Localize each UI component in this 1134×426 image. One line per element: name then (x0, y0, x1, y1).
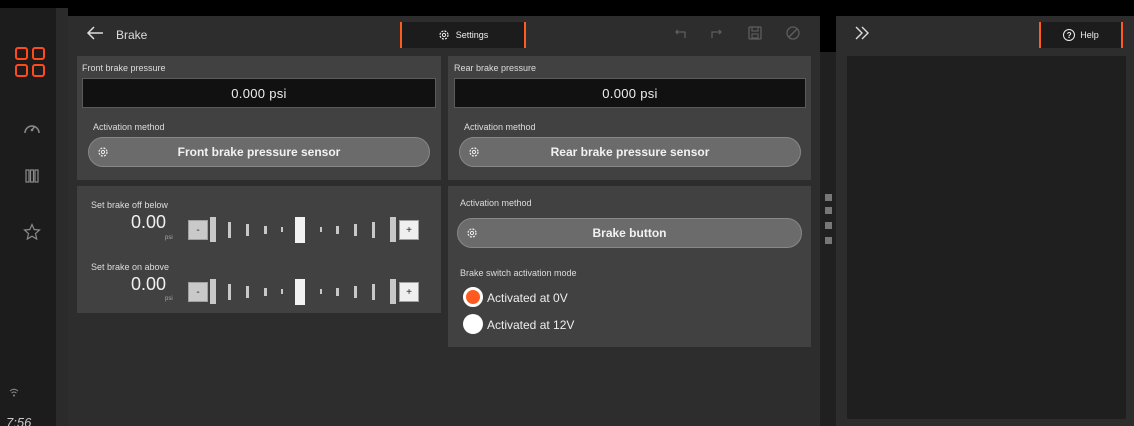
slider-tick (372, 284, 375, 300)
rail-edge (56, 8, 68, 426)
front-brake-label: Front brake pressure (82, 63, 166, 73)
button-activation-label: Activation method (460, 198, 532, 208)
slider-tick (372, 222, 375, 238)
nav-rail: 7:56 (0, 8, 68, 426)
brake-off-label: Set brake off below (91, 200, 168, 210)
front-brake-value: 0.000 psi (82, 78, 436, 108)
brake-off-unit: psi (165, 235, 173, 241)
tab-settings-label: Settings (455, 30, 489, 40)
tab-help-label: Help (1080, 30, 1099, 40)
threshold-card: Set brake off below 0.00 psi - + Set bra… (77, 186, 441, 313)
slider-tick (336, 288, 339, 296)
rear-brake-card: Rear brake pressure 0.000 psi Activation… (448, 56, 811, 180)
save-icon[interactable] (746, 26, 764, 44)
cancel-icon[interactable] (784, 26, 802, 44)
brake-on-increase-button[interactable]: + (399, 282, 419, 302)
tab-settings[interactable]: Settings (400, 22, 526, 48)
help-panel: ? Help (836, 16, 1134, 426)
help-icon: ? (1063, 29, 1076, 41)
favorites-star-icon[interactable] (20, 220, 44, 244)
brake-on-label: Set brake on above (91, 262, 170, 272)
gear-icon (467, 228, 477, 238)
slider-tick (228, 284, 231, 300)
rear-brake-value: 0.000 psi (454, 78, 806, 108)
radio-activated-12v[interactable] (463, 314, 483, 334)
slider-tick (281, 289, 283, 294)
columns-icon[interactable] (20, 164, 44, 188)
help-content-area (847, 56, 1126, 419)
switch-mode-label: Brake switch activation mode (460, 268, 577, 278)
brake-button-card: Activation method Brake button Brake swi… (448, 186, 811, 347)
front-activation-label: Activation method (93, 122, 165, 132)
rear-activation-selector[interactable]: Rear brake pressure sensor (459, 137, 801, 167)
gear-icon (98, 147, 108, 157)
panel-resize-handle[interactable] (820, 52, 836, 426)
gear-icon (439, 30, 449, 40)
button-activation-selector[interactable]: Brake button (457, 218, 802, 248)
slider-tick (246, 224, 249, 236)
slider-tick (246, 286, 249, 298)
rear-activation-label: Activation method (464, 122, 536, 132)
brake-off-decrease-button[interactable]: - (188, 220, 208, 240)
double-chevron-right-icon[interactable] (854, 26, 870, 45)
undo-icon[interactable] (671, 26, 689, 44)
slider-tick (320, 289, 322, 294)
radio-activated-12v-label: Activated at 12V (487, 318, 575, 332)
wifi-icon (9, 388, 19, 400)
slider-tick (295, 279, 305, 305)
slider-tick (210, 279, 216, 304)
front-activation-value: Front brake pressure sensor (177, 145, 341, 159)
gear-icon (469, 147, 479, 157)
slider-tick (295, 217, 305, 243)
slider-tick (210, 217, 216, 242)
back-arrow-icon[interactable] (86, 24, 106, 44)
brake-off-increase-button[interactable]: + (399, 220, 419, 240)
top-bar: Brake Settings (68, 16, 820, 54)
slider-tick (264, 226, 267, 234)
redo-icon[interactable] (708, 26, 726, 44)
brake-off-value: 0.00 (131, 212, 167, 232)
app-logo-icon[interactable] (15, 47, 47, 79)
tab-help[interactable]: ? Help (1039, 22, 1123, 48)
main-panel: Brake Settings Front brake pressure 0.00… (68, 16, 820, 426)
button-activation-value: Brake button (592, 226, 667, 240)
brake-on-decrease-button[interactable]: - (188, 282, 208, 302)
rear-brake-label: Rear brake pressure (454, 63, 537, 73)
slider-tick (336, 226, 339, 234)
slider-tick (390, 279, 396, 304)
rear-activation-value: Rear brake pressure sensor (550, 145, 710, 159)
dashboard-gauge-icon[interactable] (20, 116, 44, 140)
brake-on-unit: psi (165, 296, 173, 302)
slider-tick (390, 217, 396, 242)
slider-tick (228, 222, 231, 238)
slider-tick (320, 227, 322, 232)
slider-tick (354, 286, 357, 298)
radio-activated-0v-label: Activated at 0V (487, 291, 568, 305)
front-brake-card: Front brake pressure 0.000 psi Activatio… (77, 56, 441, 180)
slider-tick (354, 224, 357, 236)
front-activation-selector[interactable]: Front brake pressure sensor (88, 137, 430, 167)
brake-on-value: 0.00 (131, 274, 167, 294)
slider-tick (281, 227, 283, 232)
page-title: Brake (116, 28, 148, 42)
radio-activated-0v[interactable] (463, 287, 483, 307)
status-clock: 7:56 (6, 415, 32, 426)
slider-tick (264, 288, 267, 296)
